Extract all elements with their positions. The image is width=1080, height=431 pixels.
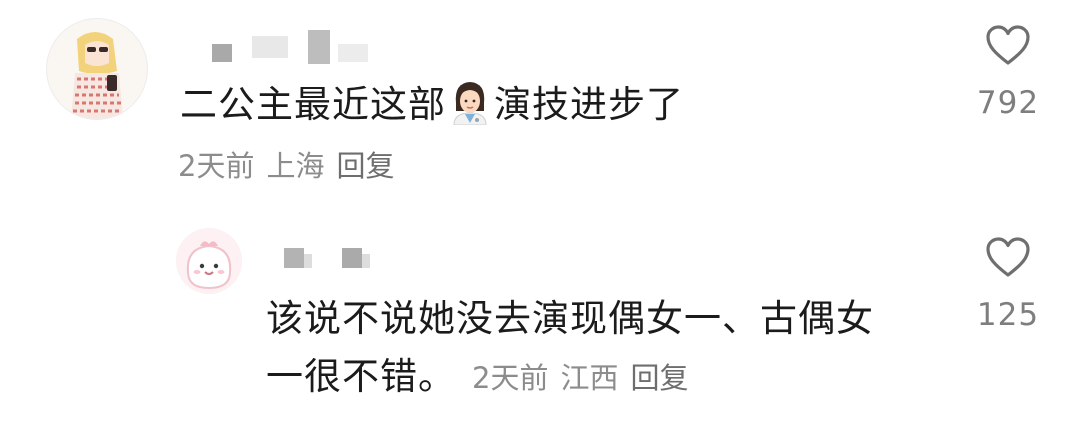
comment-time: 2天前: [472, 361, 549, 395]
comment-text-part: 一很不错。: [266, 355, 456, 398]
like-button[interactable]: 792: [963, 24, 1053, 120]
reply-button[interactable]: 回复: [630, 361, 688, 395]
comment-time: 2天前: [178, 149, 255, 183]
like-count: 125: [976, 297, 1040, 333]
comment-text-part: 二公主最近这部: [180, 83, 446, 126]
heart-icon[interactable]: [985, 24, 1031, 66]
comment-meta: 2天前 江西 回复: [472, 358, 700, 398]
comment-text: 二公主最近这部 演技进步了: [180, 76, 684, 134]
username-censored[interactable]: [212, 30, 382, 64]
username-censored[interactable]: [284, 246, 384, 276]
comment-text-line: 一很不错。: [266, 348, 456, 406]
reply-button[interactable]: 回复: [336, 149, 394, 183]
avatar-illustration-icon: [176, 228, 242, 294]
heart-icon[interactable]: [985, 236, 1031, 278]
woman-health-worker-emoji-icon: [450, 79, 490, 126]
user-avatar[interactable]: [176, 228, 242, 294]
like-count: 792: [976, 85, 1040, 121]
user-avatar[interactable]: [46, 18, 148, 120]
comment-text-line: 该说不说她没去演现偶女一、古偶女: [266, 297, 874, 340]
like-button[interactable]: 125: [963, 236, 1053, 332]
comment-meta: 2天前 上海 回复: [178, 146, 406, 186]
comment-location: 江西: [560, 361, 619, 395]
comment-location: 上海: [266, 149, 325, 183]
avatar-illustration-icon: [47, 19, 147, 119]
comment-text-part: 演技进步了: [494, 83, 684, 126]
